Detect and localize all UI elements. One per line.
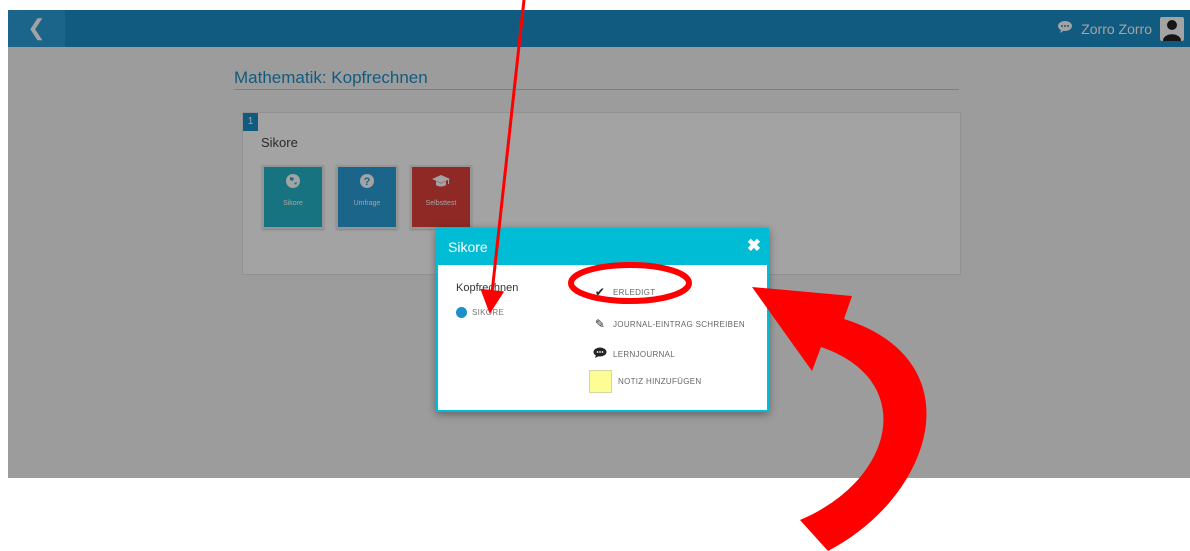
erledigt-button[interactable]: ✔ ERLEDIGT: [593, 285, 655, 299]
dialog-title: Sikore: [448, 239, 488, 255]
sikore-dialog: Sikore ✖ Kopfrechnen SIKORE ✔ ERLEDIGT ✎…: [436, 228, 769, 412]
dialog-header: Sikore ✖: [438, 230, 767, 265]
topic-title: Kopfrechnen: [456, 282, 519, 294]
journal-entry-label: JOURNAL-EINTRAG SCHREIBEN: [613, 319, 745, 329]
sikore-link-label: SIKORE: [472, 308, 505, 317]
note-swatch: [589, 370, 612, 393]
comment-icon: [593, 347, 607, 362]
journal-entry-button[interactable]: ✎ JOURNAL-EINTRAG SCHREIBEN: [593, 317, 745, 331]
app-window: ❮ Zorro Zorro Mathematik: Kopfrechnen 1 …: [8, 10, 1190, 478]
close-icon[interactable]: ✖: [747, 236, 761, 256]
globe-icon: [456, 307, 467, 318]
lernjournal-button[interactable]: LERNJOURNAL: [593, 347, 675, 362]
pencil-icon: ✎: [594, 317, 606, 331]
check-icon: ✔: [594, 285, 606, 299]
sikore-link[interactable]: SIKORE: [456, 307, 504, 318]
add-note-button[interactable]: NOTIZ HINZUFÜGEN: [589, 370, 701, 393]
add-note-label: NOTIZ HINZUFÜGEN: [618, 377, 702, 386]
lernjournal-label: LERNJOURNAL: [613, 350, 675, 359]
erledigt-label: ERLEDIGT: [613, 287, 656, 297]
